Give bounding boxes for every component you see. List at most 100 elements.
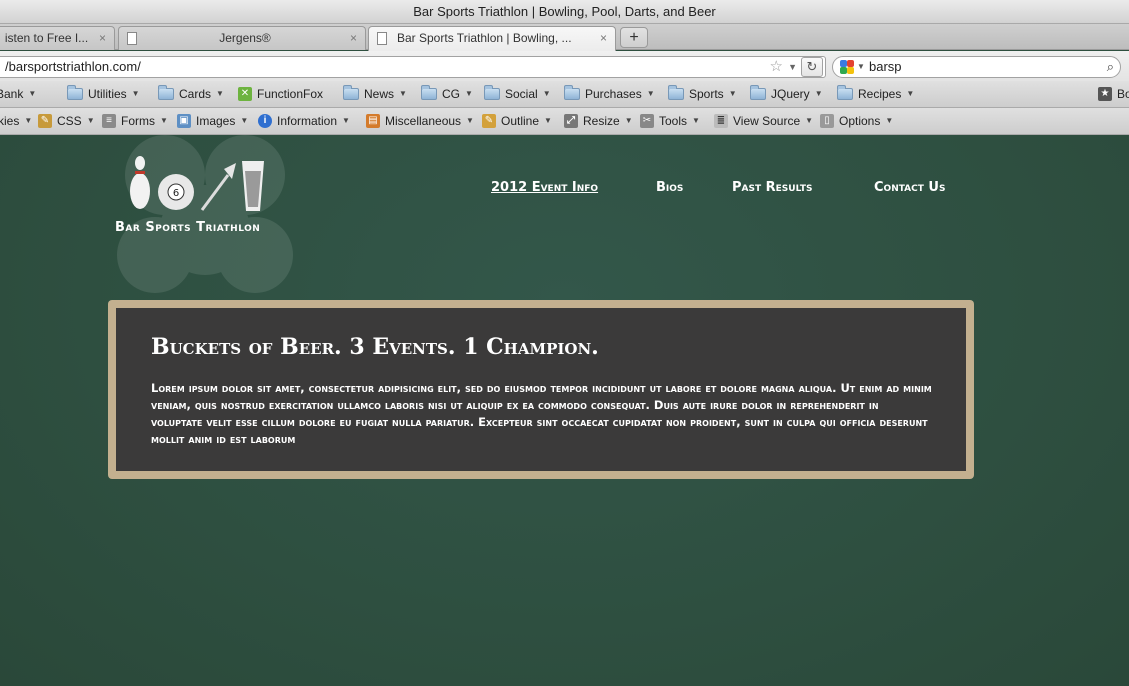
dev-label: Information: [277, 114, 338, 128]
dev-label: Options: [839, 114, 881, 128]
address-bar[interactable]: /barsportstriathlon.com/ ☆ ▼: [0, 56, 826, 78]
dev-label: Images: [196, 114, 236, 128]
bookmark-utilities[interactable]: Utilities ▼: [67, 81, 140, 107]
close-icon[interactable]: ×: [350, 27, 357, 49]
bookmark-bank[interactable]: Bank ▼: [0, 81, 36, 107]
folder-icon: [421, 85, 437, 100]
navigation-bar: /barsportstriathlon.com/ ☆ ▼ ↻ ▼ barsp ⌕: [0, 51, 1129, 83]
functionfox-icon: ✕: [238, 87, 252, 101]
dev-label: View Source: [733, 114, 801, 128]
chevron-down-icon: ▼: [399, 89, 407, 98]
dev-forms[interactable]: ≡ Forms ▼: [102, 108, 168, 134]
history-dropdown-icon[interactable]: ▼: [788, 57, 797, 77]
google-icon[interactable]: [840, 60, 855, 75]
reload-button[interactable]: ↻: [801, 57, 823, 77]
window-title: Bar Sports Triathlon | Bowling, Pool, Da…: [0, 0, 1129, 24]
resize-icon: ⤢: [564, 114, 578, 128]
bookmark-bo[interactable]: ★ Bo: [1098, 81, 1129, 107]
site-logo[interactable]: 6: [128, 155, 268, 215]
css-pencil-icon: ✎: [38, 114, 52, 128]
site-logo-text[interactable]: Bar Sports Triathlon: [115, 220, 260, 235]
chevron-down-icon: ▼: [216, 89, 224, 98]
dev-outline[interactable]: ✎ Outline ▼: [482, 108, 552, 134]
outline-pencil-icon: ✎: [482, 114, 496, 128]
dart-icon: [200, 163, 236, 211]
chevron-down-icon: ▼: [624, 116, 633, 125]
star-icon: ★: [1098, 87, 1112, 101]
bookmark-label: Utilities: [88, 87, 127, 101]
bookmark-star-icon[interactable]: ☆: [770, 57, 783, 77]
options-icon: ▯: [820, 114, 834, 128]
dev-cookies[interactable]: kies ▼: [0, 108, 32, 134]
dev-images[interactable]: ▣ Images ▼: [177, 108, 248, 134]
bookmark-functionfox[interactable]: ✕ FunctionFox: [238, 81, 323, 107]
bookmark-social[interactable]: Social ▼: [484, 81, 551, 107]
close-icon[interactable]: ×: [99, 27, 106, 49]
folder-icon: [67, 85, 83, 100]
dev-tools[interactable]: ✂ Tools ▼: [640, 108, 700, 134]
close-icon[interactable]: ×: [600, 27, 607, 49]
bookmark-sports[interactable]: Sports ▼: [668, 81, 737, 107]
bookmark-recipes[interactable]: Recipes ▼: [837, 81, 914, 107]
bookmark-cards[interactable]: Cards ▼: [158, 81, 224, 107]
view-source-icon: ≣: [714, 114, 728, 128]
bookmark-label: Social: [505, 87, 538, 101]
bookmark-cg[interactable]: CG ▼: [421, 81, 473, 107]
web-developer-toolbar: kies ▼ ✎ CSS ▼ ≡ Forms ▼ ▣ Images ▼ i Informatio…: [0, 108, 1129, 135]
folder-icon: [837, 85, 853, 100]
tab-label: Bar Sports Triathlon | Bowling, ...: [397, 31, 572, 45]
nav-contact-us[interactable]: Contact Us: [874, 180, 945, 195]
misc-toolbox-icon: ▤: [366, 114, 380, 128]
nav-bios[interactable]: Bios: [656, 180, 683, 195]
nav-2012-event-info[interactable]: 2012 Event Info: [491, 180, 598, 195]
chevron-down-icon: ▼: [86, 116, 95, 125]
dev-label: CSS: [57, 114, 82, 128]
bookmark-label: Bo: [1117, 87, 1129, 101]
bookmark-jquery[interactable]: JQuery ▼: [750, 81, 823, 107]
dev-label: Forms: [121, 114, 155, 128]
chevron-down-icon: ▼: [805, 116, 814, 125]
dev-resize[interactable]: ⤢ Resize ▼: [564, 108, 633, 134]
dev-view-source[interactable]: ≣ View Source ▼: [714, 108, 813, 134]
folder-icon: [484, 85, 500, 100]
images-icon: ▣: [177, 114, 191, 128]
url-text: /barsportstriathlon.com/: [5, 59, 141, 74]
bookmark-news[interactable]: News ▼: [343, 81, 407, 107]
bookmark-label: Sports: [689, 87, 724, 101]
forms-icon: ≡: [102, 114, 116, 128]
tab-strip: isten to Free I... × Jergens® × Bar Spor…: [0, 24, 1129, 51]
bookmarks-bar: Bank ▼ Utilities ▼ Cards ▼ ✕ FunctionFox New…: [0, 81, 1129, 108]
folder-icon: [564, 85, 580, 100]
chevron-down-icon: ▼: [160, 116, 168, 125]
dev-label: Tools: [659, 114, 688, 128]
search-input[interactable]: ▼ barsp ⌕: [832, 56, 1121, 78]
dev-options[interactable]: ▯ Options ▼: [820, 108, 893, 134]
chevron-down-icon: ▼: [728, 89, 737, 98]
new-tab-button[interactable]: +: [620, 27, 648, 48]
folder-icon: [750, 85, 766, 100]
chevron-down-icon: ▼: [466, 116, 474, 125]
dev-css[interactable]: ✎ CSS ▼: [38, 108, 95, 134]
tab-free-listen[interactable]: isten to Free I... ×: [0, 26, 115, 50]
search-engine-caret-icon[interactable]: ▼: [857, 57, 865, 77]
nav-past-results[interactable]: Past Results: [732, 180, 812, 195]
tab-label: Jergens®: [219, 31, 271, 45]
pool-ball-icon: 6: [158, 174, 194, 210]
chevron-down-icon: ▼: [885, 116, 894, 125]
chevron-down-icon: ▼: [131, 89, 140, 98]
hero-frame: Buckets of Beer. 3 Events. 1 Champion. L…: [108, 300, 974, 479]
search-query: barsp: [869, 59, 902, 74]
folder-icon: [668, 85, 684, 100]
dev-miscellaneous[interactable]: ▤ Miscellaneous ▼: [366, 108, 474, 134]
page-icon: [127, 32, 137, 45]
bookmark-label: Recipes: [858, 87, 902, 101]
chevron-down-icon: ▼: [906, 89, 915, 98]
dev-label: Outline: [501, 114, 540, 128]
search-icon[interactable]: ⌕: [1107, 57, 1114, 77]
dev-information[interactable]: i Information ▼: [258, 108, 350, 134]
bookmark-purchases[interactable]: Purchases ▼: [564, 81, 655, 107]
tab-jergens[interactable]: Jergens® ×: [118, 26, 366, 50]
bookmark-label: Cards: [179, 87, 212, 101]
tab-bar-sports-triathlon[interactable]: Bar Sports Triathlon | Bowling, ... ×: [368, 26, 616, 51]
chevron-down-icon: ▼: [646, 89, 655, 98]
